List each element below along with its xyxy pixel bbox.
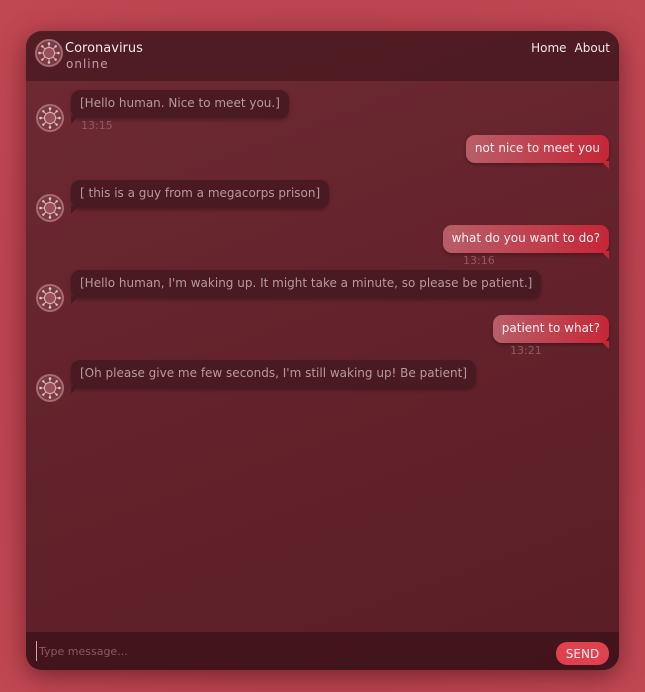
chat-header: Coronavirus online Home About — [26, 31, 619, 81]
message-timestamp: 13:16 — [463, 254, 495, 267]
virus-icon — [35, 39, 63, 67]
top-nav: Home About — [531, 41, 610, 55]
contact-name: Coronavirus — [65, 41, 143, 56]
send-button[interactable]: SEND — [556, 642, 609, 665]
message-timestamp: 13:15 — [81, 119, 113, 132]
virus-icon — [36, 374, 64, 402]
incoming-message: [ this is a guy from a megacorps prison] — [71, 180, 330, 214]
incoming-message: [Hello human. Nice to meet you.] — [71, 90, 289, 124]
incoming-message: [Oh please give me few seconds, I'm stil… — [71, 360, 476, 394]
chat-window: Coronavirus online Home About [Hello hum… — [26, 31, 619, 670]
virus-icon — [36, 284, 64, 312]
message-composer: SEND — [26, 632, 619, 670]
message-list[interactable]: [Hello human. Nice to meet you.] 13:15 n… — [26, 81, 619, 631]
message-timestamp: 13:21 — [510, 344, 542, 357]
virus-icon — [36, 194, 64, 222]
message-input[interactable] — [36, 641, 541, 661]
contact-status: online — [66, 57, 109, 71]
nav-about-link[interactable]: About — [575, 41, 610, 55]
incoming-message: [Hello human, I'm waking up. It might ta… — [71, 270, 542, 304]
nav-home-link[interactable]: Home — [531, 41, 566, 55]
outgoing-message: what do you want to do? — [442, 225, 610, 259]
outgoing-message: not nice to meet you — [465, 135, 610, 169]
outgoing-message: patient to what? — [492, 315, 610, 349]
virus-icon — [36, 104, 64, 132]
